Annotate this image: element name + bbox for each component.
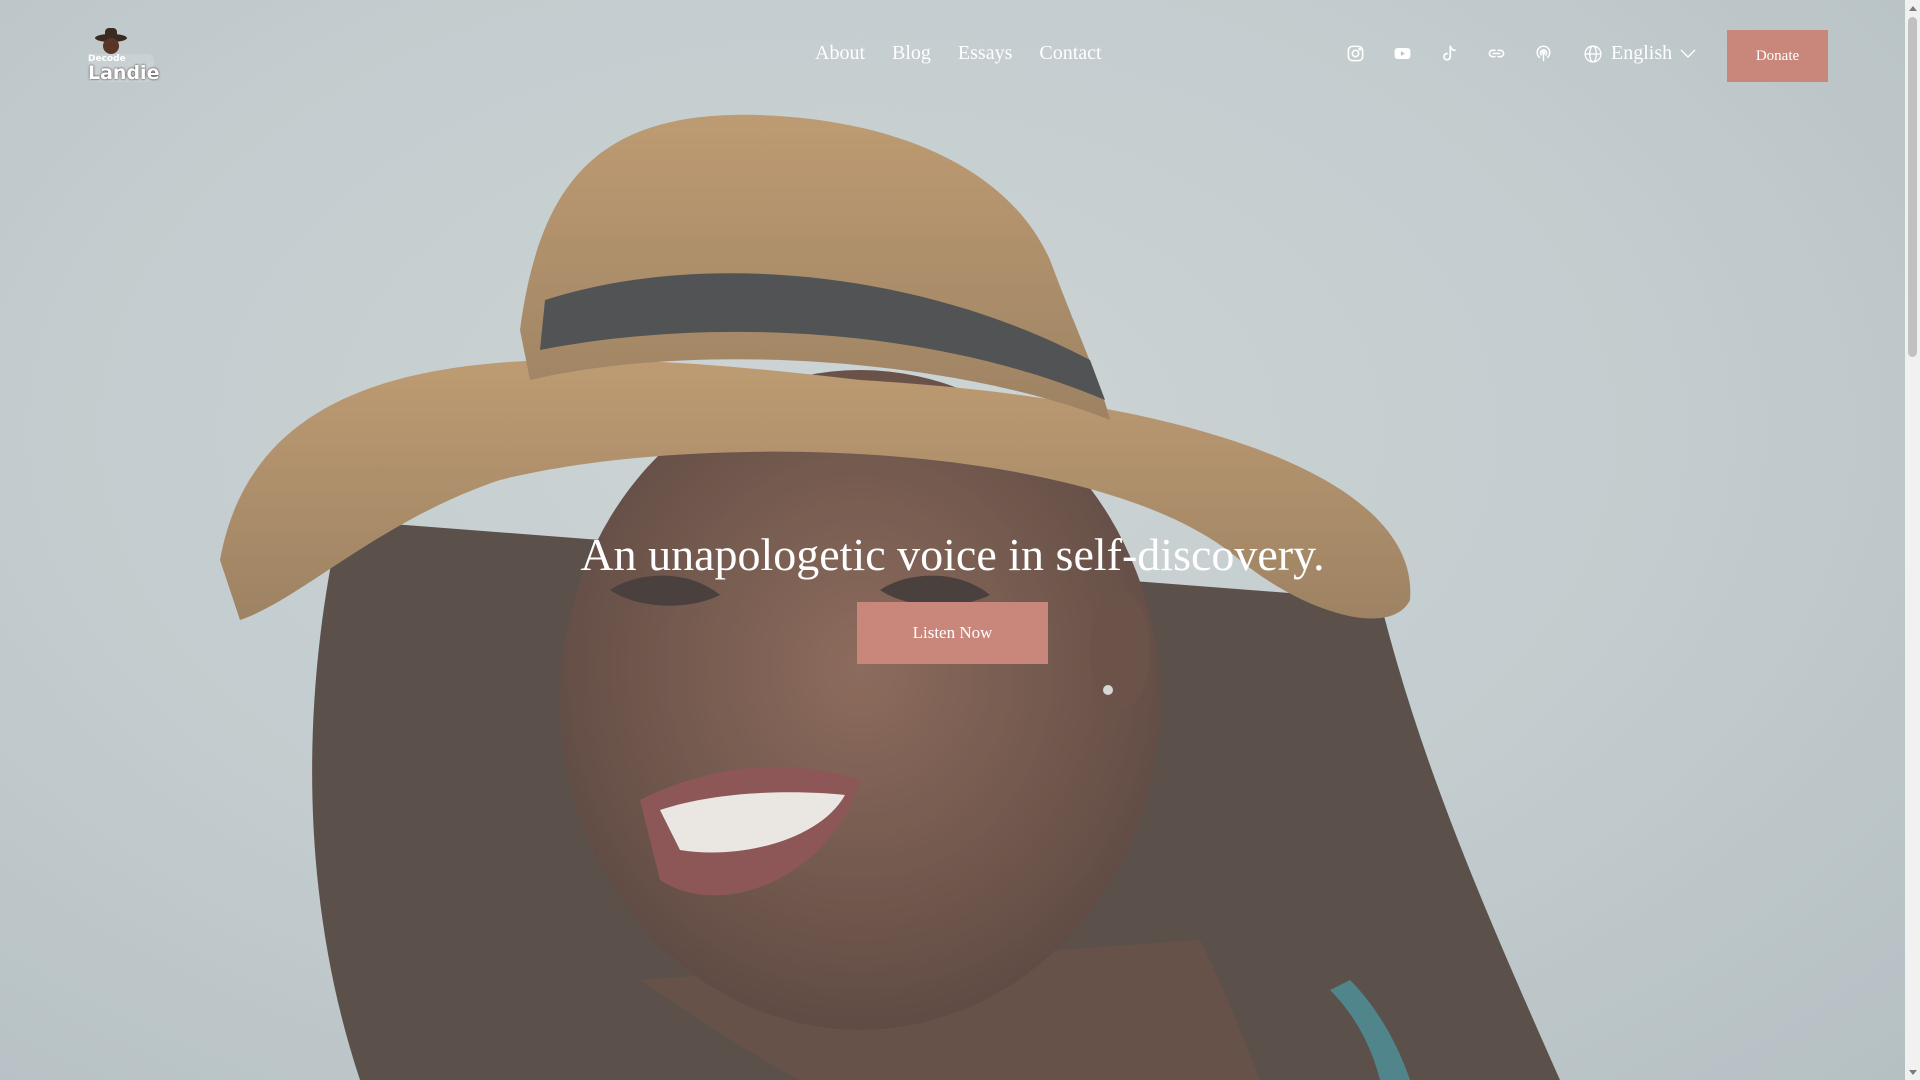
language-label: English	[1611, 42, 1673, 64]
site-header: Decode Landie About Blog Essays Contact	[0, 0, 1905, 112]
hero-section: Decode Landie About Blog Essays Contact	[0, 0, 1905, 1080]
scrollbar[interactable]	[1905, 0, 1920, 1080]
listen-now-button[interactable]: Listen Now	[857, 602, 1048, 664]
scroll-up-icon[interactable]	[1905, 0, 1920, 15]
link-icon[interactable]	[1487, 44, 1506, 63]
scrollbar-thumb[interactable]	[1908, 17, 1917, 357]
site-logo[interactable]: Decode Landie	[86, 24, 160, 86]
nav-essays[interactable]: Essays	[958, 42, 1012, 65]
chevron-down-icon	[1680, 49, 1696, 59]
nav-blog[interactable]: Blog	[892, 42, 931, 65]
language-selector[interactable]: English	[1583, 42, 1696, 65]
nav-contact[interactable]: Contact	[1039, 42, 1101, 65]
social-links	[1346, 44, 1553, 63]
instagram-icon[interactable]	[1346, 44, 1365, 63]
globe-icon	[1583, 44, 1603, 64]
podcast-icon[interactable]	[1534, 44, 1553, 63]
nav-about[interactable]: About	[815, 42, 865, 65]
scroll-down-icon[interactable]	[1905, 1065, 1920, 1080]
youtube-icon[interactable]	[1393, 44, 1412, 63]
logo-text-main: Landie	[88, 62, 160, 84]
hero-headline: An unapologetic voice in self-discovery.	[580, 529, 1325, 580]
main-nav: About Blog Essays Contact	[815, 42, 1102, 65]
tiktok-icon[interactable]	[1440, 44, 1459, 63]
donate-button[interactable]: Donate	[1727, 30, 1828, 82]
